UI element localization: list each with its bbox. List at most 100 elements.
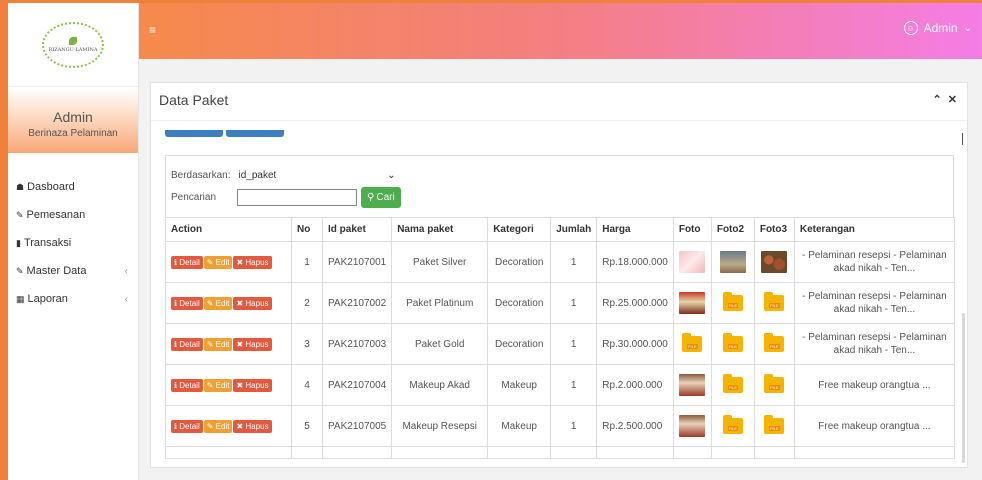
- col-kategori: Kategori: [487, 217, 552, 242]
- sidebar-user-name: Admin: [53, 109, 93, 125]
- edit-button[interactable]: ✎ Edit: [203, 337, 233, 351]
- filter-by-select[interactable]: id_paket ⌄: [234, 166, 399, 184]
- folder-icon[interactable]: FILE: [722, 415, 743, 434]
- detail-button[interactable]: ℹ Detail: [171, 419, 203, 433]
- cell-no: 4: [291, 364, 323, 406]
- user-profile: Admin Berinaza Pelaminan: [8, 87, 138, 153]
- table-row: [165, 446, 956, 459]
- cell-harga: Rp.2.500.000: [596, 405, 674, 447]
- close-icon: ✖: [236, 421, 244, 431]
- cell-nama: Makeup Akad: [391, 364, 489, 406]
- hamburger-icon[interactable]: ≡: [149, 23, 156, 37]
- col-foto2: Foto2: [710, 217, 755, 242]
- edit-label: Edit: [215, 421, 230, 431]
- folder-icon[interactable]: FILE: [722, 333, 743, 352]
- table-row: ℹ Detail ✎ Edit ✖ Hapus 1 PAK2107001 Pak…: [165, 241, 956, 283]
- calendar-icon: ▦: [16, 294, 25, 304]
- detail-button[interactable]: ℹ Detail: [171, 296, 203, 310]
- cell-harga: Rp.18.000.000: [596, 241, 674, 283]
- sidebar-item-transaksi[interactable]: ▮ Transaksi: [8, 229, 138, 257]
- sidebar: RIZANGU LAMINA Admin Berinaza Pelaminan …: [8, 3, 139, 480]
- edit-button[interactable]: ✎ Edit: [203, 255, 233, 269]
- folder-icon[interactable]: FILE: [722, 374, 743, 393]
- sidebar-item-master-data[interactable]: ✎ Master Data ‹: [8, 257, 138, 285]
- hapus-label: Hapus: [245, 421, 269, 431]
- cell-nama: Paket Silver: [391, 241, 489, 283]
- folder-icon[interactable]: FILE: [764, 415, 785, 434]
- folder-icon[interactable]: FILE: [682, 333, 703, 352]
- hapus-button[interactable]: ✖ Hapus: [233, 419, 272, 433]
- cell-id: PAK2107002: [321, 282, 393, 324]
- sidebar-user-sub: Berinaza Pelaminan: [28, 128, 118, 139]
- photo-thumbnail[interactable]: [719, 251, 746, 273]
- edit-button[interactable]: ✎ Edit: [203, 378, 233, 392]
- sidebar-item-dasboard[interactable]: ☗ Dasboard: [8, 173, 138, 201]
- cell-no: 3: [291, 323, 323, 365]
- panel-tools: ⌃ ✕: [932, 93, 957, 106]
- sidebar-item-label: Laporan: [27, 293, 68, 305]
- detail-button[interactable]: ℹ Detail: [171, 378, 203, 392]
- folder-icon[interactable]: FILE: [764, 292, 785, 311]
- detail-label: Detail: [179, 298, 200, 308]
- logo-area[interactable]: RIZANGU LAMINA: [8, 3, 138, 87]
- search-row: Pencarian ⚲ Cari: [171, 187, 401, 208]
- edit-button[interactable]: ✎ Edit: [203, 296, 233, 310]
- pencil-icon: ✎: [16, 210, 24, 220]
- photo-thumbnail[interactable]: [679, 292, 706, 314]
- hapus-button[interactable]: ✖ Hapus: [233, 378, 272, 392]
- folder-icon[interactable]: FILE: [764, 374, 785, 393]
- info-icon: ℹ: [174, 257, 178, 267]
- info-icon: ℹ: [174, 421, 178, 431]
- detail-button[interactable]: ℹ Detail: [171, 255, 203, 269]
- chevron-left-icon: ‹: [124, 265, 128, 277]
- edit-button[interactable]: ✎ Edit: [203, 419, 233, 433]
- photo-thumbnail[interactable]: [679, 251, 706, 273]
- filter-by-value: id_paket: [238, 169, 277, 181]
- search-input[interactable]: [237, 189, 358, 206]
- col-harga: Harga: [596, 217, 674, 242]
- cell-kategori: Decoration: [487, 241, 552, 283]
- photo-thumbnail[interactable]: [679, 374, 706, 396]
- photo-thumbnail[interactable]: [761, 251, 788, 273]
- cell-keterangan: - Pelaminan resepsi - Pelaminan akad nik…: [793, 282, 956, 324]
- file-badge: FILE: [727, 385, 739, 390]
- sidebar-item-label: Master Data: [26, 265, 87, 277]
- search-button[interactable]: ⚲ Cari: [361, 187, 401, 208]
- cell-keterangan: - Pelaminan resepsi - Pelaminan akad nik…: [793, 323, 956, 365]
- file-badge: FILE: [687, 344, 698, 349]
- file-badge: FILE: [727, 344, 739, 349]
- cell-harga: Rp.30.000.000: [596, 323, 674, 365]
- sidebar-item-pemesanan[interactable]: ✎ Pemesanan: [8, 201, 138, 229]
- edit-icon: ✎: [206, 339, 214, 349]
- hapus-button[interactable]: ✖ Hapus: [233, 296, 272, 310]
- detail-label: Detail: [179, 380, 200, 390]
- cell-harga: Rp.2.000.000: [596, 364, 674, 406]
- cell-keterangan: - Pelaminan resepsi - Pelaminan akad nik…: [793, 241, 956, 283]
- cell-jumlah: 1: [550, 282, 598, 324]
- panel-title: Data Paket: [159, 92, 229, 108]
- hapus-button[interactable]: ✖ Hapus: [233, 255, 272, 269]
- close-icon[interactable]: ✕: [948, 94, 957, 106]
- hapus-button[interactable]: ✖ Hapus: [233, 337, 272, 351]
- edit-icon: ✎: [206, 298, 214, 308]
- user-menu[interactable]: ☺ Admin ⌄: [903, 21, 972, 35]
- sidebar-item-laporan[interactable]: ▦ Laporan ‹: [8, 285, 138, 313]
- detail-button[interactable]: ℹ Detail: [171, 337, 203, 351]
- col-action: Action: [165, 217, 292, 242]
- folder-icon[interactable]: FILE: [764, 333, 785, 352]
- photo-thumbnail[interactable]: [679, 415, 706, 437]
- file-badge: FILE: [769, 426, 780, 431]
- collapse-icon[interactable]: ⌃: [932, 94, 941, 106]
- edit-icon: ✎: [206, 421, 214, 431]
- table-row: ℹ Detail ✎ Edit ✖ Hapus 3 PAK2107003 Pak…: [165, 323, 956, 365]
- print-button[interactable]: [226, 130, 284, 137]
- scrollbar[interactable]: [962, 313, 965, 463]
- close-icon: ✖: [236, 298, 244, 308]
- add-button[interactable]: [165, 130, 223, 137]
- table-header-row: Action No Id paket Nama paket Kategori J…: [165, 217, 956, 242]
- paket-table: Action No Id paket Nama paket Kategori J…: [165, 217, 956, 459]
- cell-jumlah: 1: [550, 241, 598, 283]
- detail-label: Detail: [179, 421, 200, 431]
- folder-icon[interactable]: FILE: [722, 292, 743, 311]
- close-icon: ✖: [236, 380, 244, 390]
